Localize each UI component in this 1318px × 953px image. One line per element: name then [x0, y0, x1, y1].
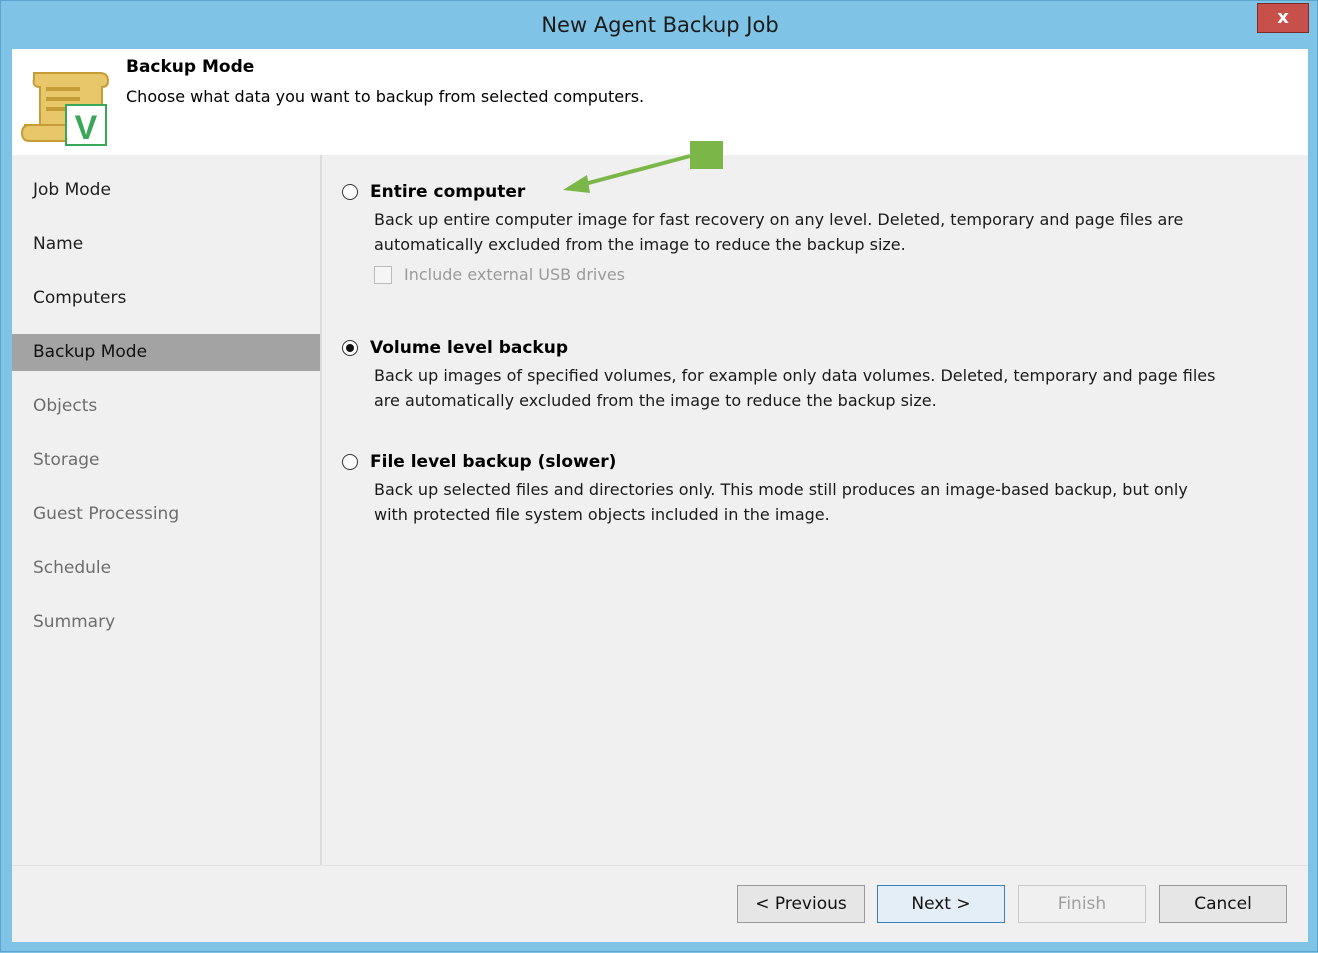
entire-computer-radio[interactable]: [342, 184, 358, 200]
sidebar-item-storage: Storage: [33, 450, 100, 470]
sidebar-item-backup-mode[interactable]: Backup Mode: [12, 334, 320, 371]
next-button[interactable]: Next >: [877, 885, 1005, 923]
close-button[interactable]: x: [1257, 3, 1309, 33]
entire-computer-desc-line1: Back up entire computer image for fast r…: [374, 210, 1184, 229]
scroll-with-v-icon: V: [20, 72, 110, 147]
header-panel: V Backup Mode Choose what data you want …: [12, 49, 1308, 155]
volume-level-desc-line2: are automatically excluded from the imag…: [374, 391, 937, 410]
sidebar-item-guest-processing: Guest Processing: [33, 504, 180, 524]
entire-computer-option[interactable]: Entire computer: [342, 180, 525, 204]
usb-drives-label: Include external USB drives: [404, 265, 626, 284]
volume-level-desc-line1: Back up images of specified volumes, for…: [374, 366, 1216, 385]
finish-button: Finish: [1018, 885, 1146, 923]
dialog-content: V Backup Mode Choose what data you want …: [12, 49, 1308, 942]
page-title: Backup Mode: [126, 57, 255, 77]
sidebar-item-name[interactable]: Name: [12, 226, 320, 263]
previous-button[interactable]: < Previous: [737, 885, 865, 923]
sidebar-item-summary: Summary: [33, 612, 116, 632]
entire-computer-label: Entire computer: [370, 182, 526, 202]
volume-level-option[interactable]: Volume level backup: [342, 336, 568, 360]
file-level-description: Back up selected files and directories o…: [374, 477, 1274, 527]
dialog-window: New Agent Backup Job x V Backup Mode Cho…: [0, 0, 1318, 952]
volume-level-description: Back up images of specified volumes, for…: [374, 363, 1274, 413]
sidebar-item-objects: Objects: [33, 396, 98, 416]
file-level-option[interactable]: File level backup (slower): [342, 450, 616, 474]
entire-computer-desc-line2: automatically excluded from the image to…: [374, 235, 906, 254]
page-description: Choose what data you want to backup from…: [126, 87, 645, 106]
usb-drives-option: Include external USB drives: [374, 265, 625, 284]
svg-text:V: V: [75, 109, 98, 147]
cancel-button[interactable]: Cancel: [1159, 885, 1287, 923]
wizard-steps-sidebar: Job Mode Name Computers Backup Mode Obje…: [12, 155, 322, 865]
entire-computer-description: Back up entire computer image for fast r…: [374, 207, 1274, 257]
sidebar-item-schedule: Schedule: [33, 558, 112, 578]
volume-level-label: Volume level backup: [370, 338, 569, 358]
file-level-desc-line1: Back up selected files and directories o…: [374, 480, 1188, 499]
file-level-radio[interactable]: [342, 454, 358, 470]
backup-mode-panel: Entire computer Back up entire computer …: [322, 155, 1308, 865]
sidebar-item-computers[interactable]: Computers: [12, 280, 320, 317]
window-title: New Agent Backup Job: [541, 13, 779, 37]
file-level-desc-line2: with protected file system objects inclu…: [374, 505, 830, 524]
file-level-label: File level backup (slower): [370, 452, 617, 472]
sidebar-item-job-mode[interactable]: Job Mode: [12, 172, 320, 209]
usb-drives-checkbox: [374, 265, 392, 284]
footer-divider: [12, 865, 1308, 866]
volume-level-radio[interactable]: [342, 340, 358, 356]
